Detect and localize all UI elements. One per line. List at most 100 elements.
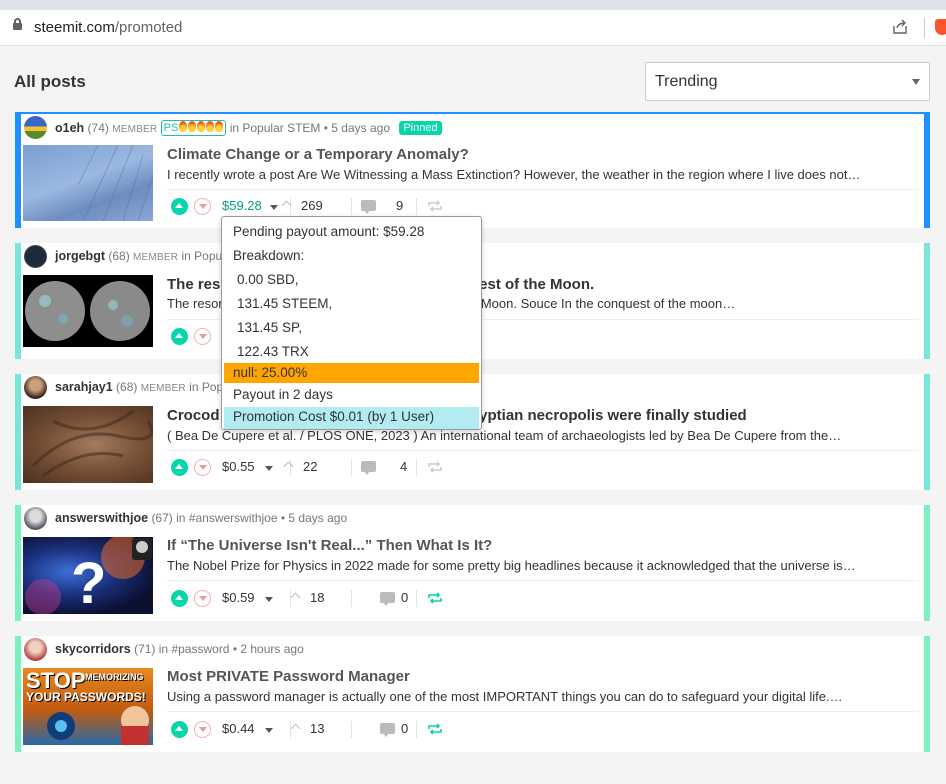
post-title[interactable]: Climate Change or a Temporary Anomaly? [167, 146, 469, 163]
lock-icon[interactable] [13, 18, 22, 30]
post-excerpt[interactable]: I recently wrote a post Are We Witnessin… [167, 167, 887, 182]
payout-amount[interactable]: $59.28 [222, 198, 262, 213]
promotion-row: Promotion Cost $0.01 (by 1 User) [224, 407, 479, 429]
post-title[interactable]: Most PRIVATE Password Manager [167, 668, 410, 685]
reply-count[interactable]: 4 [400, 459, 407, 474]
reputation: (68) [116, 380, 138, 394]
comment-icon[interactable] [361, 461, 376, 475]
divider [167, 711, 919, 712]
post-thumbnail[interactable] [23, 406, 153, 483]
post-excerpt[interactable]: Using a password manager is actually one… [167, 689, 887, 704]
role-label: MEMBER [140, 383, 186, 394]
post-card[interactable]: o1eh (74) MEMBER PS in Popular STEM • 5 … [15, 112, 930, 228]
post-card[interactable]: skycorridors (71) in #password • 2 hours… [15, 636, 930, 752]
flame-icon [215, 121, 224, 132]
upvote-button[interactable] [171, 590, 188, 607]
promotion-cost: Promotion Cost $0.01 (by 1 User) [233, 409, 435, 424]
post-title[interactable]: The res [167, 276, 220, 293]
payout-amount[interactable]: $0.55 [222, 459, 255, 474]
post-meta: o1eh (74) MEMBER PS in Popular STEM • 5 … [55, 120, 442, 136]
reputation: (74) [87, 121, 109, 135]
author-link[interactable]: sarahjay1 [55, 380, 113, 394]
post-thumbnail[interactable]: STOP MEMORIZING YOUR PASSWORDS! [23, 668, 153, 745]
post-thumbnail[interactable]: ? [23, 537, 153, 614]
upvote-button[interactable] [171, 721, 188, 738]
comment-icon[interactable] [380, 723, 395, 737]
svg-text:?: ? [71, 551, 106, 614]
reply-count[interactable]: 0 [401, 590, 408, 605]
post-thumbnail[interactable] [23, 145, 153, 221]
resteem-icon[interactable] [428, 592, 442, 604]
resteem-icon[interactable] [428, 461, 442, 473]
reputation: (71) [134, 642, 156, 656]
community-link[interactable]: #answerswithjoe [189, 511, 278, 525]
caret-down-icon[interactable] [265, 597, 273, 602]
timestamp: • 5 days ago [323, 121, 390, 135]
post-title[interactable]: Crocod [167, 407, 220, 424]
page-title: All posts [14, 72, 86, 91]
post-excerpt[interactable]: The resor [167, 296, 227, 311]
post-excerpt[interactable]: The Nobel Prize for Physics in 2022 made… [167, 558, 887, 573]
avatar[interactable] [24, 376, 47, 399]
community-link[interactable]: #password [171, 642, 229, 656]
author-link[interactable]: answerswithjoe [55, 511, 148, 525]
payout-amount[interactable]: $0.59 [222, 590, 255, 605]
url-text[interactable]: steemit.com/promoted [34, 19, 182, 36]
timestamp: • 5 days ago [280, 511, 348, 525]
upvote-button[interactable] [171, 198, 188, 215]
post-thumbnail[interactable] [23, 275, 153, 347]
toolbar-divider [924, 18, 925, 38]
avatar[interactable] [24, 638, 47, 661]
browser-tab-strip [0, 0, 946, 10]
downvote-button[interactable] [194, 590, 211, 607]
post-title-tail[interactable]: uest of the Moon. [470, 276, 594, 293]
caret-down-icon[interactable] [265, 466, 273, 471]
pending-payout: Pending payout amount: $59.28 [233, 224, 425, 239]
divider [167, 580, 919, 581]
vote-count[interactable]: 269 [301, 198, 323, 213]
vote-count[interactable]: 22 [303, 459, 317, 474]
community-link[interactable]: Pop [202, 380, 223, 394]
brave-shield-icon[interactable] [935, 19, 946, 35]
payout-popup: Pending payout amount: $59.28 Breakdown:… [221, 216, 482, 430]
null-percentage: null: 25.00% [233, 365, 308, 380]
post-title[interactable]: If “The Universe Isn't Real...” Then Wha… [167, 537, 492, 554]
downvote-button[interactable] [194, 459, 211, 476]
payout-amount[interactable]: $0.44 [222, 721, 255, 736]
upvote-button[interactable] [171, 328, 188, 345]
caret-down-icon[interactable] [265, 728, 273, 733]
comment-icon[interactable] [361, 200, 376, 214]
share-icon[interactable] [892, 19, 908, 35]
upvote-button[interactable] [171, 459, 188, 476]
resteem-icon[interactable] [428, 723, 442, 735]
downvote-button[interactable] [194, 721, 211, 738]
vote-count[interactable]: 13 [310, 721, 324, 736]
sort-select[interactable]: Trending [645, 62, 930, 101]
avatar[interactable] [24, 507, 47, 530]
downvote-button[interactable] [194, 198, 211, 215]
role-label: MEMBER [133, 252, 179, 263]
caret-down-icon[interactable] [270, 205, 278, 210]
post-card[interactable]: answerswithjoe (67) in #answerswithjoe •… [15, 505, 930, 621]
author-link[interactable]: jorgebgt [55, 249, 105, 263]
reply-count[interactable]: 0 [401, 721, 408, 736]
flame-icon [179, 121, 188, 132]
post-excerpt[interactable]: ( Bea De Cupere et al. / PLOS ONE, 2023 … [167, 428, 887, 443]
address-bar[interactable]: steemit.com/promoted [0, 10, 946, 46]
community-link[interactable]: Popu [194, 249, 222, 263]
author-link[interactable]: o1eh [55, 121, 84, 135]
post-excerpt-tail[interactable]: e Moon. Souce In the conquest of the moo… [470, 296, 870, 311]
author-link[interactable]: skycorridors [55, 642, 131, 656]
resteem-icon[interactable] [428, 200, 442, 212]
post-title-tail[interactable]: gyptian necropolis were finally studied [470, 407, 747, 424]
breakdown-sbd: 0.00 SBD, [237, 272, 299, 287]
comment-icon[interactable] [380, 592, 395, 606]
community-link[interactable]: Popular STEM [242, 121, 320, 135]
avatar[interactable] [24, 245, 47, 268]
reply-count[interactable]: 9 [396, 198, 403, 213]
flame-icon [188, 121, 197, 132]
downvote-button[interactable] [194, 328, 211, 345]
vote-count[interactable]: 18 [310, 590, 324, 605]
timestamp: • 2 hours ago [232, 642, 304, 656]
avatar[interactable] [24, 116, 47, 139]
